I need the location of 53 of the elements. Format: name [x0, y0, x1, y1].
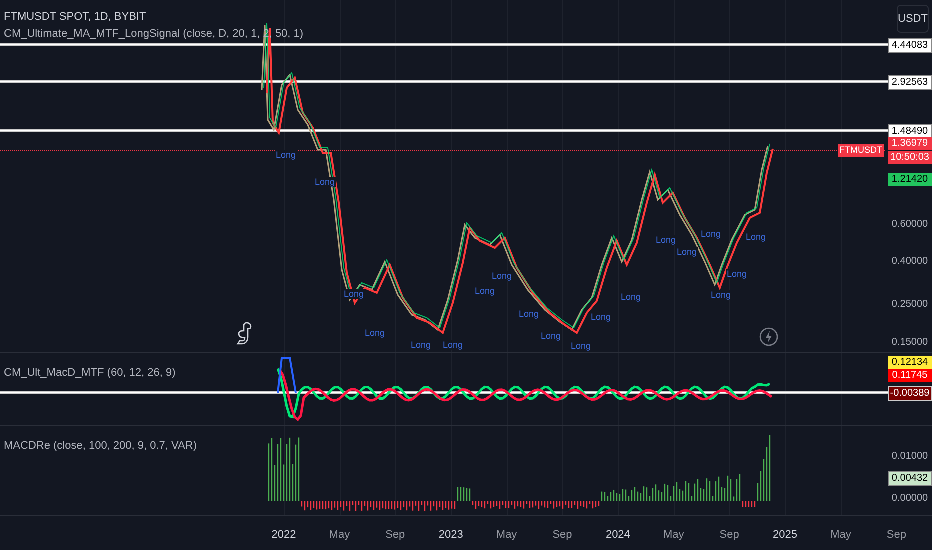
indicator-label: CM_Ult_MacD_MTF (60, 12, 26, 9)	[4, 366, 176, 381]
signal-label: Long	[364, 328, 386, 338]
axis-label: 0.12134	[888, 356, 932, 369]
signal-label: Long	[655, 235, 678, 245]
axis-label: 0.11745	[888, 369, 932, 382]
axis-label: 0.25000	[890, 298, 930, 311]
axis-label: 0.40000	[890, 255, 930, 268]
signal-label: Long	[726, 269, 748, 279]
signal-label: Long	[710, 290, 732, 300]
time-axis-label: May	[496, 528, 518, 543]
lightning-icon[interactable]	[759, 327, 779, 347]
axis-label: 2.92563	[888, 75, 932, 90]
chart-title: FTMUSDT SPOT, 1D, BYBIT	[4, 10, 146, 25]
time-axis-label: May	[830, 528, 852, 543]
time-axis-label: 2024	[606, 528, 630, 543]
axis-label: 4.44083	[888, 38, 932, 53]
time-axis-label: Sep	[720, 528, 740, 543]
signal-label: Long	[491, 271, 514, 281]
signal-label: Long	[570, 341, 592, 351]
time-axis-label: May	[664, 528, 684, 543]
axis-label: 0.15000	[890, 336, 930, 349]
axis-label: 0.00432	[888, 471, 932, 486]
axis-label: -0.00389	[888, 386, 932, 401]
time-axis-label: Sep	[386, 528, 406, 543]
time-axis-label: 2023	[438, 528, 464, 543]
time-axis-label: 2022	[272, 528, 296, 543]
axis-label: 1.36979	[888, 137, 932, 150]
indicator-label: MACDRe (close, 100, 200, 9, 0.7, VAR)	[4, 439, 197, 454]
signal-label: Long	[343, 289, 366, 299]
signal-label: Long	[590, 312, 612, 322]
axis-label: 0.00000	[890, 492, 930, 505]
signal-label: Long	[518, 309, 540, 319]
signal-label: Long	[474, 286, 496, 296]
signal-label: Long	[620, 292, 642, 302]
time-axis-label: Sep	[552, 528, 572, 543]
currency-button[interactable]: USDT	[897, 5, 929, 33]
time-axis-label: May	[329, 528, 350, 543]
signal-label: Long	[745, 232, 768, 242]
signal-label: Long	[410, 340, 432, 350]
axis-label: 10:50:03	[888, 151, 932, 164]
signal-label: Long	[540, 331, 562, 341]
signal-label: Long	[676, 247, 698, 257]
axis-label: 0.60000	[890, 218, 930, 231]
axis-label: 0.01000	[890, 450, 930, 463]
signal-label: Long	[275, 150, 298, 160]
axis-label: 1.21420	[888, 173, 932, 186]
signal-label: Long	[314, 177, 336, 187]
signal-label: Long	[442, 340, 464, 350]
time-axis-label: 2025	[773, 528, 798, 543]
symbol-tag: FTMUSDT	[838, 144, 884, 157]
signal-label: Long	[700, 229, 722, 239]
indicator-label: CM_Ultimate_MA_MTF_LongSignal (close, D, 20, 1, 2, 50, 1)	[4, 27, 304, 42]
time-axis-label: Sep	[886, 528, 906, 543]
